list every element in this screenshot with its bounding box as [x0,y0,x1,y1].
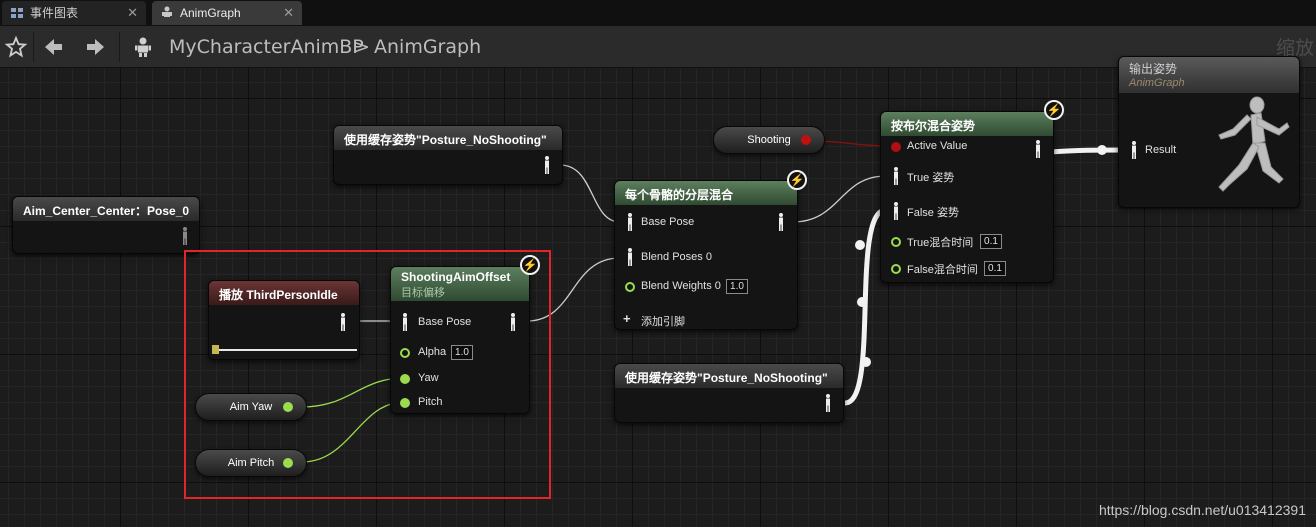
node-title: 使用缓存姿势"Posture_NoShooting" [334,126,562,150]
pin-active-value: Active Value [907,140,968,152]
bool-pin-icon[interactable] [801,135,811,145]
pose-pin-icon[interactable] [626,248,634,266]
breadcrumb-graph[interactable]: AnimGraph [374,36,481,58]
float-pin-icon[interactable] [891,264,901,274]
pose-pin-icon[interactable] [181,227,189,245]
pin-true-pose: True 姿势 [907,172,955,184]
node-title: 每个骨骼的分层混合 [615,181,797,205]
pin-false-pose: False 姿势 [907,207,959,219]
add-pin-button[interactable]: 添加引脚 [641,313,685,329]
running-mannequin-icon [1218,96,1290,192]
pose-pin-icon[interactable] [1130,141,1138,159]
toolbar-separator [119,32,120,62]
breadcrumb-separator: > [354,36,370,58]
highlight-box [184,250,551,499]
toolbar-separator [33,32,34,62]
pose-pin-icon[interactable] [1034,140,1042,158]
pose-pin-icon[interactable] [892,167,900,185]
back-arrow-icon[interactable] [42,35,66,59]
close-icon[interactable]: ✕ [283,1,294,25]
node-title: 输出姿势 [1129,62,1178,76]
forward-arrow-icon[interactable] [83,35,107,59]
node-cached-pose-top[interactable]: 使用缓存姿势"Posture_NoShooting" [333,125,563,185]
pin-true-blend-time: True混合时间 [907,237,974,249]
pose-pin-icon[interactable] [543,156,551,174]
float-pin-icon[interactable] [625,282,635,292]
pose-pin-icon[interactable] [892,202,900,220]
node-shooting[interactable]: Shooting [713,126,825,154]
zoom-label: 缩放 [1275,38,1314,59]
node-title: 按布尔混合姿势 [881,112,1053,136]
pose-pin-icon[interactable] [626,213,634,231]
node-aim-center-pose[interactable]: Aim_Center_Center：Pose_0 [12,196,200,254]
pin-false-blend-time: False混合时间 [907,264,978,276]
watermark: https://blog.csdn.net/u013412391 [1098,502,1306,518]
tab-label: AnimGraph [180,6,241,20]
pose-pin-icon[interactable] [824,394,832,412]
plus-icon[interactable]: + [623,311,631,326]
tab-event-graph[interactable]: 事件图表 ✕ [2,1,146,25]
breadcrumb-blueprint[interactable]: MyCharacterAnimBP [169,36,364,58]
node-title: Aim_Center_Center：Pose_0 [13,197,199,221]
true-blend-time-value-input[interactable]: 0.1 [980,234,1002,249]
pin-blend-weights: Blend Weights 0 [641,280,721,292]
variable-label: Shooting [747,134,791,146]
bool-pin-icon[interactable] [891,142,901,152]
event-graph-icon [11,8,23,18]
star-icon[interactable] [4,35,28,59]
tab-anim-graph[interactable]: AnimGraph ✕ [152,1,302,25]
close-icon[interactable]: ✕ [127,1,138,25]
anim-graph-icon [162,6,172,17]
fast-path-lightning-icon: ⚡ [787,170,807,190]
pose-pin-icon[interactable] [777,213,785,231]
node-output-pose[interactable]: 输出姿势 AnimGraph Result [1118,56,1300,208]
node-layered-blend-per-bone[interactable]: 每个骨骼的分层混合 Base Pose Blend Poses 0 Blend … [614,180,798,330]
node-blend-poses-by-bool[interactable]: 按布尔混合姿势 Active Value True 姿势 False 姿势 Tr… [880,111,1054,283]
float-pin-icon[interactable] [891,237,901,247]
pin-blend-poses: Blend Poses 0 [641,251,712,263]
node-header: 输出姿势 AnimGraph [1119,57,1299,93]
node-subtitle: AnimGraph [1129,77,1185,89]
node-title: 使用缓存姿势"Posture_NoShooting" [615,364,843,388]
false-blend-time-value-input[interactable]: 0.1 [984,261,1006,276]
tab-label: 事件图表 [30,6,79,20]
tab-bar: 事件图表 ✕ AnimGraph ✕ [0,0,1316,26]
pin-base-pose: Base Pose [641,216,695,228]
blend-weights-value-input[interactable]: 1.0 [726,279,748,294]
fast-path-lightning-icon: ⚡ [1044,100,1064,120]
node-cached-pose-bottom[interactable]: 使用缓存姿势"Posture_NoShooting" [614,363,844,423]
pin-result: Result [1145,144,1177,156]
character-anim-icon [135,37,151,57]
